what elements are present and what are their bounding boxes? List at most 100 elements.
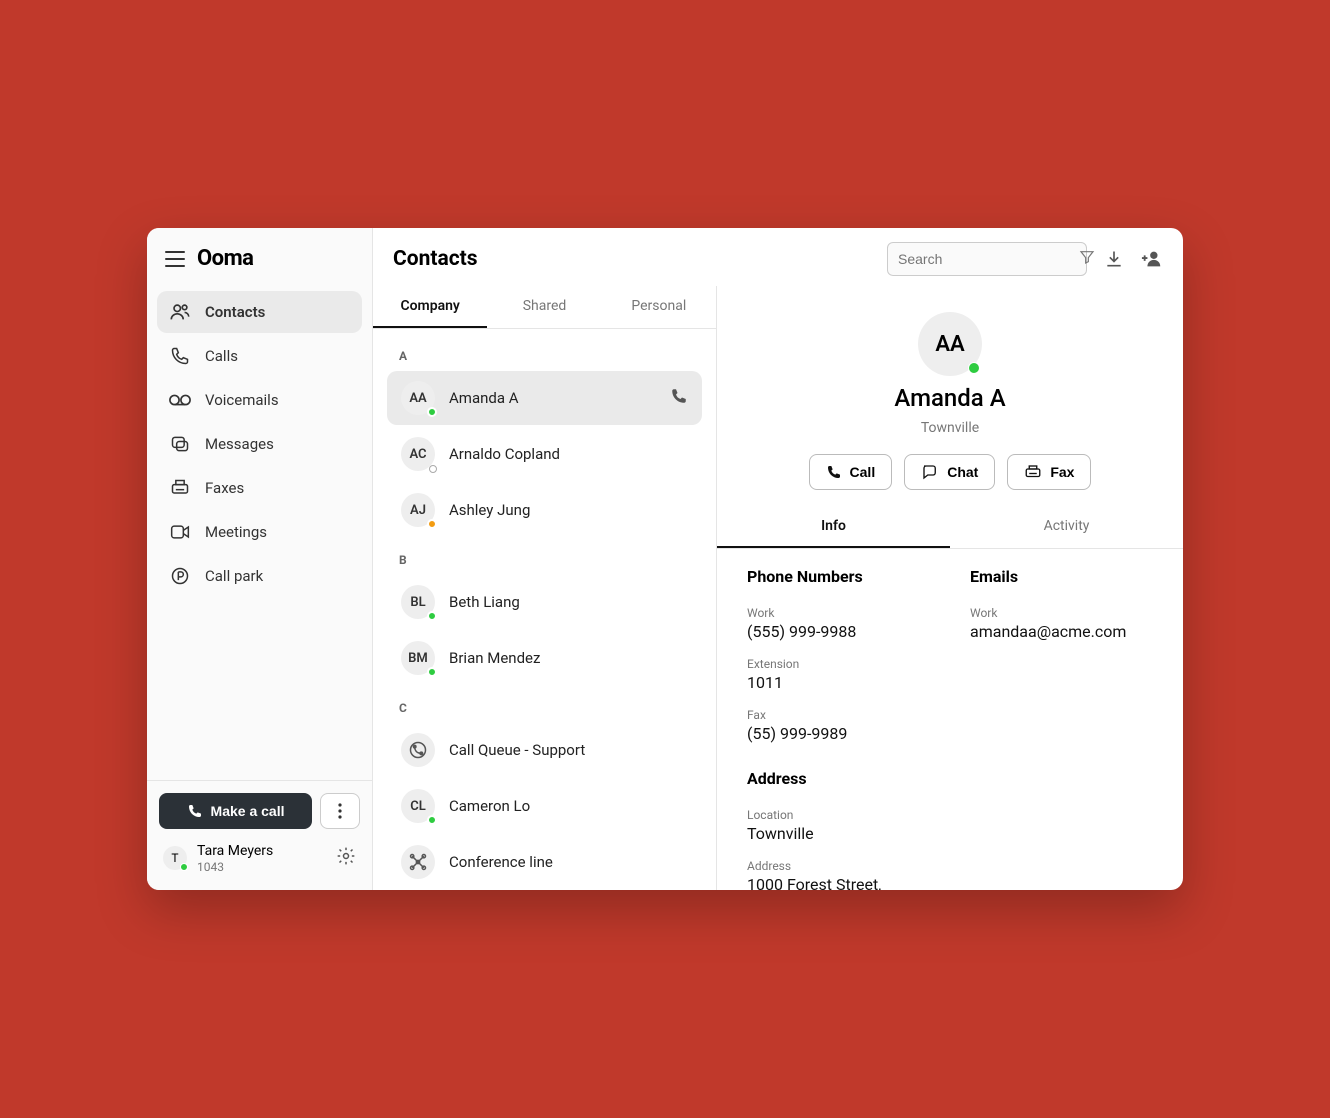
field-label: Location [747, 808, 930, 822]
contact-row-brian[interactable]: BM Brian Mendez [387, 631, 702, 685]
section-letter: C [383, 687, 706, 721]
tab-personal[interactable]: Personal [602, 286, 716, 328]
queue-icon [401, 733, 435, 767]
contact-name: Call Queue - Support [449, 741, 585, 759]
search-box[interactable] [887, 242, 1087, 276]
presence-indicator [429, 465, 437, 473]
contact-avatar: AJ [401, 493, 435, 527]
fax-number: (55) 999-9989 [747, 724, 930, 743]
user-extension: 1043 [197, 860, 273, 874]
sidebar-item-meetings[interactable]: Meetings [157, 511, 362, 553]
contact-avatar: BL [401, 585, 435, 619]
contact-name: Conference line [449, 853, 553, 871]
contact-row-ashley[interactable]: AJ Ashley Jung [387, 483, 702, 537]
field-label: Address [747, 859, 930, 873]
sidebar-item-label: Faxes [205, 479, 244, 497]
contact-name: Ashley Jung [449, 501, 530, 519]
emails-title: Emails [970, 567, 1153, 586]
fax-button[interactable]: Fax [1007, 454, 1091, 490]
sidebar-item-faxes[interactable]: Faxes [157, 467, 362, 509]
field-label: Fax [747, 708, 930, 722]
voicemails-icon [169, 389, 191, 411]
messages-icon [169, 433, 191, 455]
detail-location: Townville [921, 420, 979, 436]
presence-indicator [427, 815, 437, 825]
main: Contacts Company Shared Persona [373, 228, 1183, 890]
detail-tabs: Info Activity [717, 506, 1183, 549]
sidebar-item-label: Call park [205, 567, 263, 585]
sidebar-item-messages[interactable]: Messages [157, 423, 362, 465]
filter-icon[interactable] [1079, 249, 1095, 269]
header: Contacts [373, 228, 1183, 286]
sidebar-item-calls[interactable]: Calls [157, 335, 362, 377]
make-call-label: Make a call [211, 803, 285, 819]
field-label: Work [970, 606, 1153, 620]
download-icon[interactable] [1103, 248, 1125, 270]
presence-indicator [968, 362, 980, 374]
faxes-icon [169, 477, 191, 499]
app-window: Ooma Contacts Calls Voicemails [147, 228, 1183, 890]
contact-avatar: AC [401, 437, 435, 471]
extension: 1011 [747, 673, 930, 692]
page-title: Contacts [393, 247, 478, 271]
contact-row-arnaldo[interactable]: AC Arnaldo Copland [387, 427, 702, 481]
presence-indicator [427, 611, 437, 621]
callpark-icon [169, 565, 191, 587]
presence-indicator [180, 863, 188, 871]
sidebar-item-label: Meetings [205, 523, 267, 541]
contact-name: Amanda A [449, 389, 519, 407]
sidebar-item-label: Voicemails [205, 391, 279, 409]
contact-list-column: Company Shared Personal A AA Amanda A [373, 286, 717, 890]
logo: Ooma [197, 246, 253, 271]
settings-icon[interactable] [336, 846, 356, 870]
meetings-icon [169, 521, 191, 543]
location-value: Townville [747, 824, 930, 843]
menu-icon[interactable] [165, 251, 185, 267]
contact-detail-column: AA Amanda A Townville Call Chat [717, 286, 1183, 890]
contact-row-beth[interactable]: BL Beth Liang [387, 575, 702, 629]
contact-row-queue[interactable]: Call Queue - Support [387, 723, 702, 777]
contact-row-amanda[interactable]: AA Amanda A [387, 371, 702, 425]
sidebar-item-contacts[interactable]: Contacts [157, 291, 362, 333]
info-panel: Phone Numbers Work (555) 999-9988 Extens… [717, 549, 1183, 890]
sidebar: Ooma Contacts Calls Voicemails [147, 228, 373, 890]
sidebar-item-callpark[interactable]: Call park [157, 555, 362, 597]
sidebar-item-label: Calls [205, 347, 238, 365]
current-user[interactable]: T Tara Meyers 1043 [159, 839, 360, 878]
add-contact-icon[interactable] [1141, 248, 1163, 270]
tab-shared[interactable]: Shared [487, 286, 601, 328]
chat-button[interactable]: Chat [904, 454, 995, 490]
detail-avatar: AA [918, 312, 982, 376]
contact-avatar: AA [401, 381, 435, 415]
sidebar-item-voicemails[interactable]: Voicemails [157, 379, 362, 421]
contact-row-conference[interactable]: Conference line [387, 835, 702, 889]
sidebar-nav: Contacts Calls Voicemails Messages [147, 285, 372, 780]
call-button[interactable]: Call [809, 454, 893, 490]
phone-icon[interactable] [670, 387, 688, 409]
contact-avatar: CL [401, 789, 435, 823]
address-value: 1000 Forest Street, Townville [747, 875, 930, 890]
tab-info[interactable]: Info [717, 506, 950, 548]
more-button[interactable] [320, 793, 360, 829]
contacts-icon [169, 301, 191, 323]
contact-name: Beth Liang [449, 593, 520, 611]
list-tabs: Company Shared Personal [373, 286, 716, 329]
search-input[interactable] [898, 251, 1079, 267]
work-phone: (555) 999-9988 [747, 622, 930, 641]
sidebar-item-label: Messages [205, 435, 274, 453]
tab-company[interactable]: Company [373, 286, 487, 328]
detail-name: Amanda A [894, 384, 1005, 412]
section-letter: B [383, 539, 706, 573]
make-call-button[interactable]: Make a call [159, 793, 312, 829]
presence-indicator [427, 667, 437, 677]
field-label: Extension [747, 657, 930, 671]
contact-row-cameron[interactable]: CL Cameron Lo [387, 779, 702, 833]
user-name: Tara Meyers [197, 843, 273, 860]
address-title: Address [747, 769, 930, 788]
field-label: Work [747, 606, 930, 620]
user-avatar: T [163, 846, 187, 870]
tab-activity[interactable]: Activity [950, 506, 1183, 548]
section-letter: A [383, 335, 706, 369]
contact-name: Cameron Lo [449, 797, 530, 815]
calls-icon [169, 345, 191, 367]
